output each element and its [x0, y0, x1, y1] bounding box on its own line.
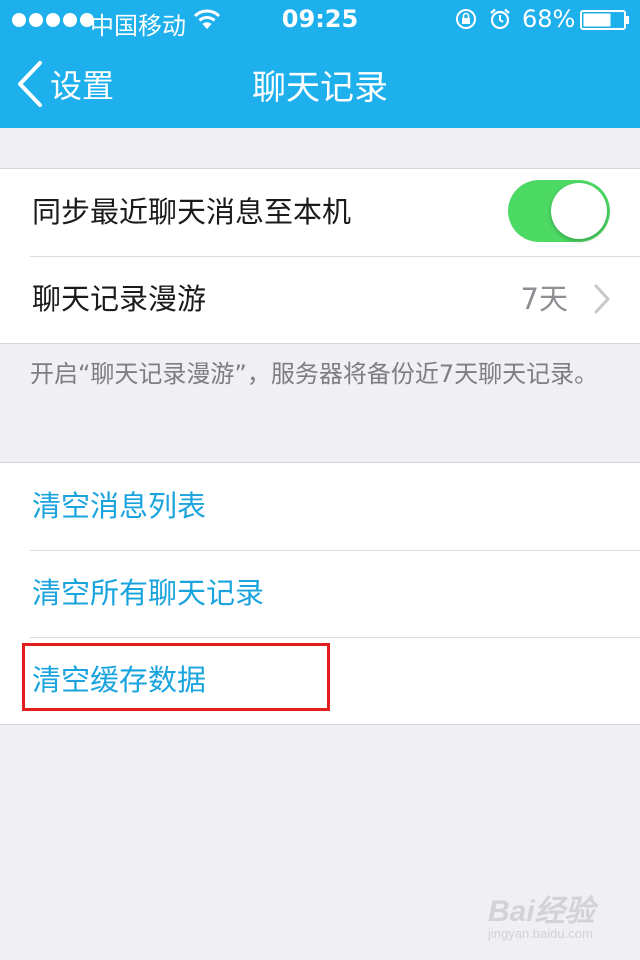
alarm-icon [490, 8, 510, 30]
sync-settings-group: 同步最近聊天消息至本机 聊天记录漫游 7天 [0, 168, 640, 344]
highlight-box [22, 643, 330, 711]
toggle-knob [551, 183, 607, 239]
watermark-brand: Bai经验 [488, 895, 595, 928]
roaming-value: 7天 [520, 282, 568, 316]
status-bar: 中国移动 09:25 68% [0, 0, 640, 40]
page-title: 聊天记录 [252, 68, 388, 108]
watermark-url: jingyan.baidu.com [488, 926, 593, 941]
clear-all-chats-button[interactable]: 清空所有聊天记录 [32, 550, 264, 637]
chevron-right-icon [594, 284, 610, 314]
roaming-row[interactable]: 聊天记录漫游 7天 [0, 256, 640, 343]
sync-toggle[interactable] [508, 180, 610, 242]
sync-row: 同步最近聊天消息至本机 [0, 169, 640, 256]
watermark: Bai经验 jingyan.baidu.com [488, 886, 595, 941]
clear-list-row[interactable]: 清空消息列表 [0, 463, 640, 550]
clear-list-button[interactable]: 清空消息列表 [32, 463, 206, 550]
clear-all-chats-row[interactable]: 清空所有聊天记录 [0, 550, 640, 637]
battery-icon [580, 10, 629, 30]
sync-label: 同步最近聊天消息至本机 [32, 195, 352, 229]
roaming-note: 开启“聊天记录漫游”，服务器将备份近7天聊天记录。 [30, 360, 599, 388]
battery-percent: 68% [522, 5, 576, 33]
roaming-label: 聊天记录漫游 [32, 282, 207, 316]
app-header: 中国移动 09:25 68% 设置 聊天记录 [0, 0, 640, 128]
rotation-lock-icon [456, 9, 476, 29]
